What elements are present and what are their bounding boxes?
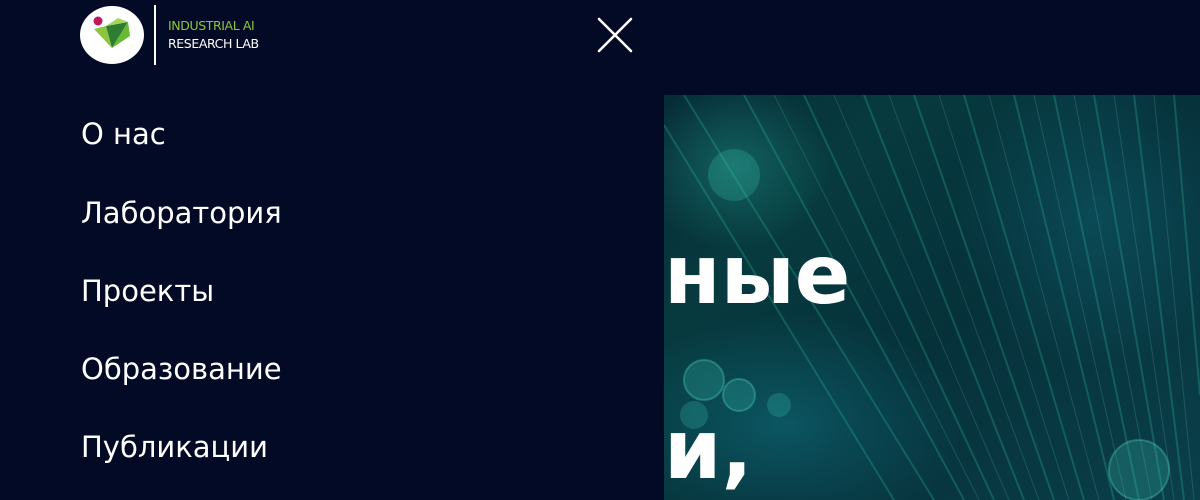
hero-heading-line-2: и, xyxy=(664,403,753,498)
logo-text: INDUSTRIAL AI RESEARCH LAB xyxy=(168,17,259,53)
menu-item-education[interactable]: Образование xyxy=(81,351,282,387)
logo-text-line-2: RESEARCH LAB xyxy=(168,36,259,51)
logo-link[interactable]: INDUSTRIAL AI RESEARCH LAB xyxy=(80,5,259,65)
close-icon xyxy=(597,17,633,53)
menu-item-about[interactable]: О нас xyxy=(81,116,166,152)
top-bar: INDUSTRIAL AI RESEARCH LAB xyxy=(0,0,1200,95)
menu-item-laboratory[interactable]: Лаборатория xyxy=(81,195,282,231)
page: ные и, О нас Лаборатория Проекты Образов… xyxy=(0,0,1200,500)
lab-logo-icon xyxy=(80,6,144,64)
hero-banner: ные и, xyxy=(664,95,1200,500)
side-menu: О нас Лаборатория Проекты Образование Пу… xyxy=(0,95,664,500)
menu-item-publications[interactable]: Публикации xyxy=(81,429,268,465)
menu-item-projects[interactable]: Проекты xyxy=(81,273,214,309)
hero-heading-line-1: ные xyxy=(664,228,851,323)
logo-divider xyxy=(154,5,156,65)
logo-text-line-1: INDUSTRIAL AI xyxy=(168,18,255,33)
close-menu-button[interactable] xyxy=(596,16,634,54)
